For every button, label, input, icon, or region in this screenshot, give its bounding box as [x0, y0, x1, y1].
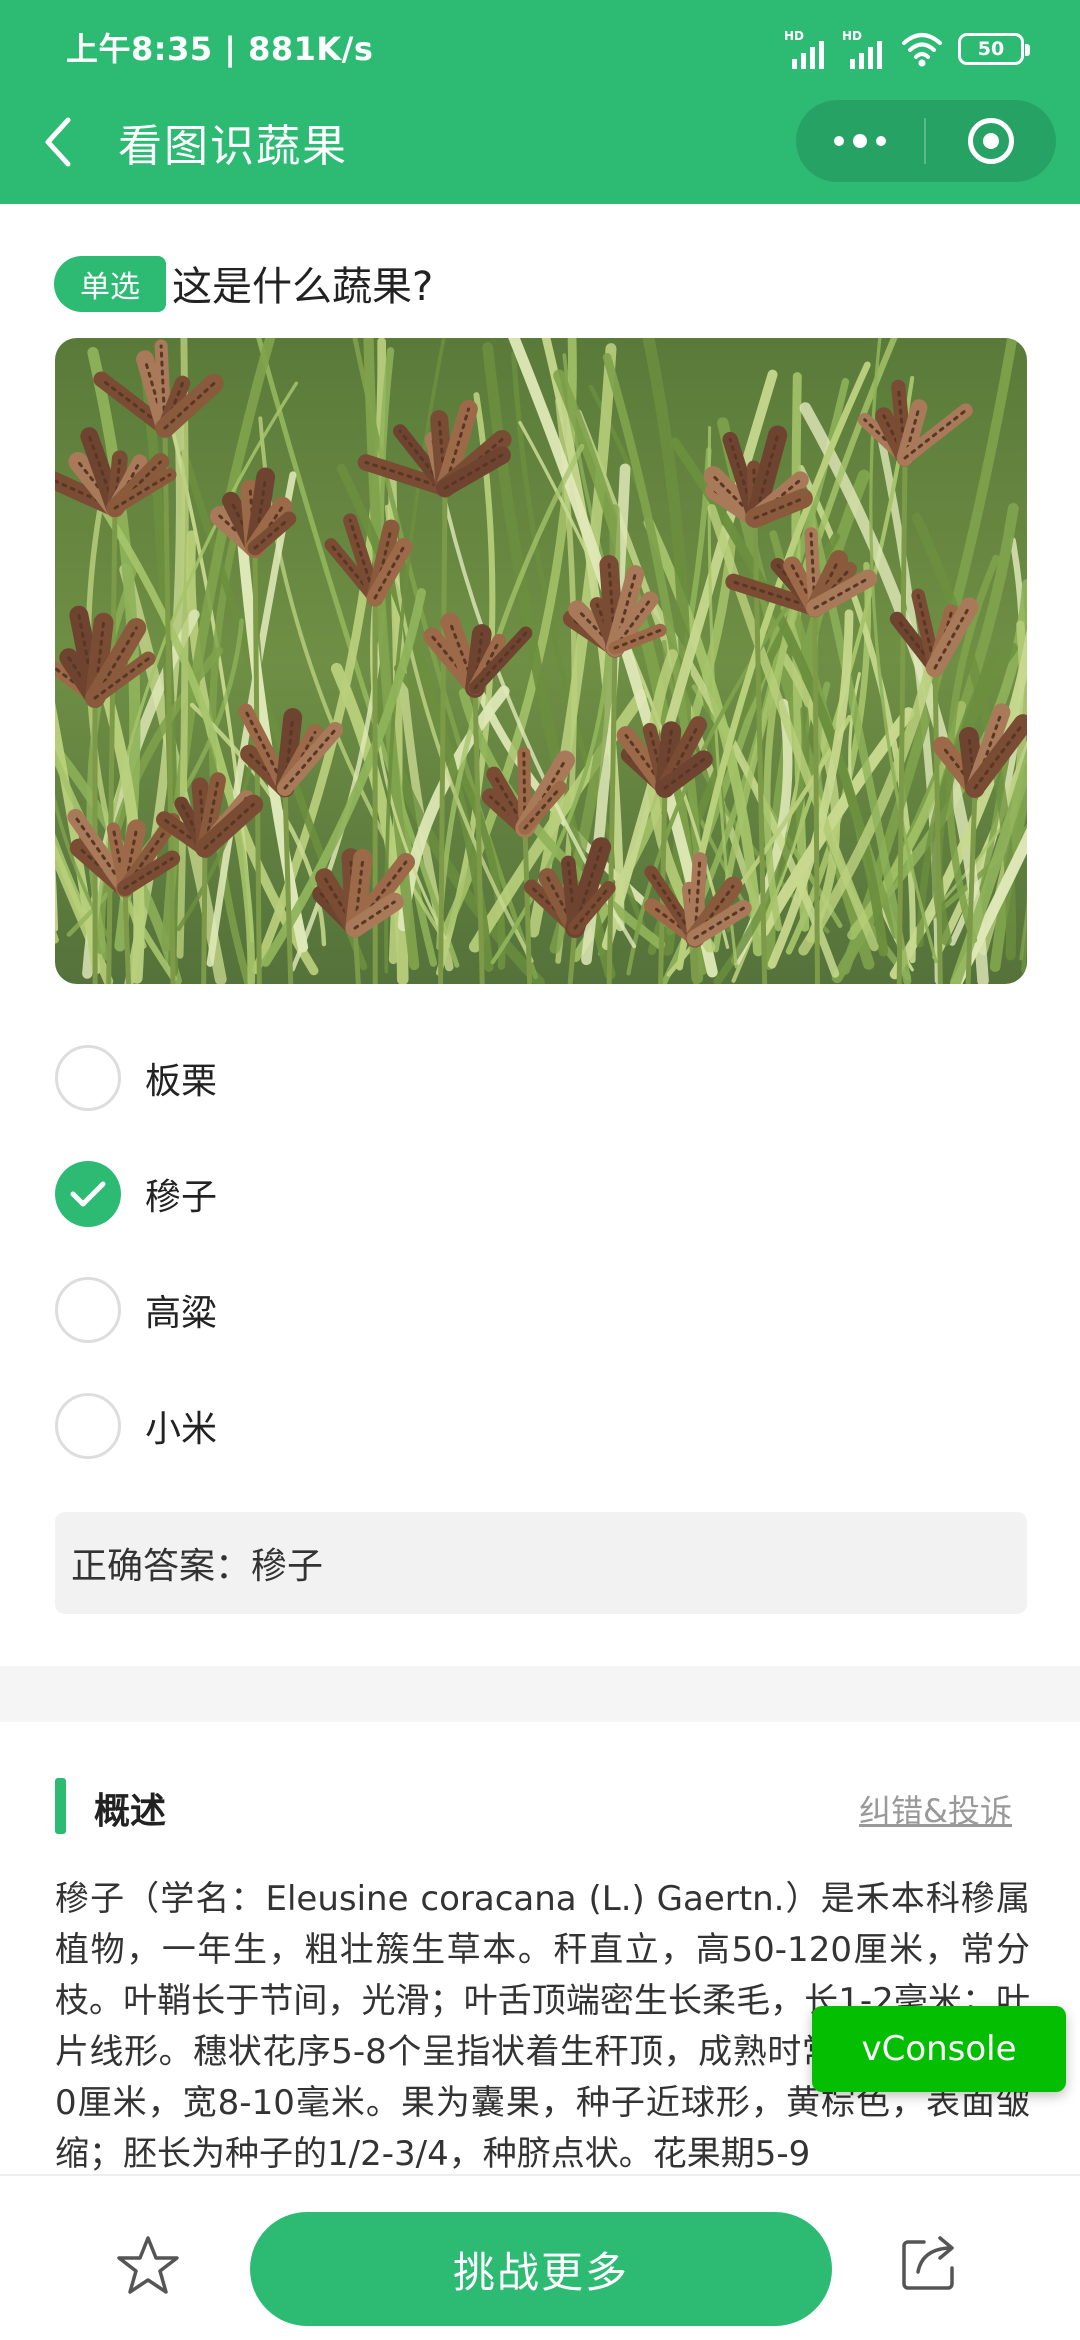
millet-field-photo: [55, 338, 1027, 984]
option-label: 小米: [145, 1409, 218, 1450]
question-type-tag: 单选: [54, 256, 166, 312]
top-bar: 上午8:35 | 881K/s HD HD 50 看图识蔬果: [0, 0, 1080, 204]
section-divider: [0, 1666, 1080, 1722]
status-icons: HD HD 50: [784, 26, 1030, 72]
battery-level: 50: [977, 38, 1005, 60]
option-row-4[interactable]: 小米: [55, 1391, 1027, 1461]
signal-icon: HD: [784, 29, 828, 69]
challenge-more-button[interactable]: 挑战更多: [250, 2212, 832, 2326]
mini-program-capsule: [796, 100, 1056, 182]
correct-answer-box: 正确答案：穇子: [55, 1512, 1027, 1614]
question-image: [55, 338, 1027, 984]
radio-unchecked-icon[interactable]: [55, 1393, 121, 1459]
radio-checked-icon[interactable]: [55, 1161, 121, 1227]
option-row-1[interactable]: 板栗: [55, 1043, 1027, 1113]
checkmark-icon: [70, 1181, 106, 1207]
vconsole-button[interactable]: vConsole: [812, 2006, 1066, 2092]
option-label: 穇子: [145, 1177, 218, 1218]
correct-answer-text: 正确答案：穇子: [71, 1546, 324, 1587]
option-label: 板栗: [145, 1061, 218, 1102]
radio-unchecked-icon[interactable]: [55, 1277, 121, 1343]
report-error-link[interactable]: 纠错&投诉: [859, 1786, 1012, 1832]
signal-icon-2: HD: [842, 29, 886, 69]
option-row-2[interactable]: 穇子: [55, 1159, 1027, 1229]
radio-unchecked-icon[interactable]: [55, 1045, 121, 1111]
more-dots-icon[interactable]: [796, 100, 924, 182]
page-title: 看图识蔬果: [118, 121, 348, 172]
wifi-icon: [902, 33, 942, 67]
option-label: 高粱: [145, 1293, 218, 1334]
bottom-bar: 挑战更多: [0, 2174, 1080, 2340]
battery-icon: 50: [958, 33, 1030, 65]
back-chevron-icon[interactable]: [36, 112, 84, 172]
question-text: 这是什么蔬果?: [172, 264, 434, 310]
overview-title: 概述: [94, 1791, 167, 1832]
close-target-icon[interactable]: [926, 100, 1056, 182]
option-row-3[interactable]: 高粱: [55, 1275, 1027, 1345]
share-icon[interactable]: [898, 2230, 962, 2294]
section-accent-bar: [55, 1778, 66, 1834]
status-time: 上午8:35 | 881K/s: [66, 30, 374, 68]
star-icon[interactable]: [116, 2234, 180, 2298]
